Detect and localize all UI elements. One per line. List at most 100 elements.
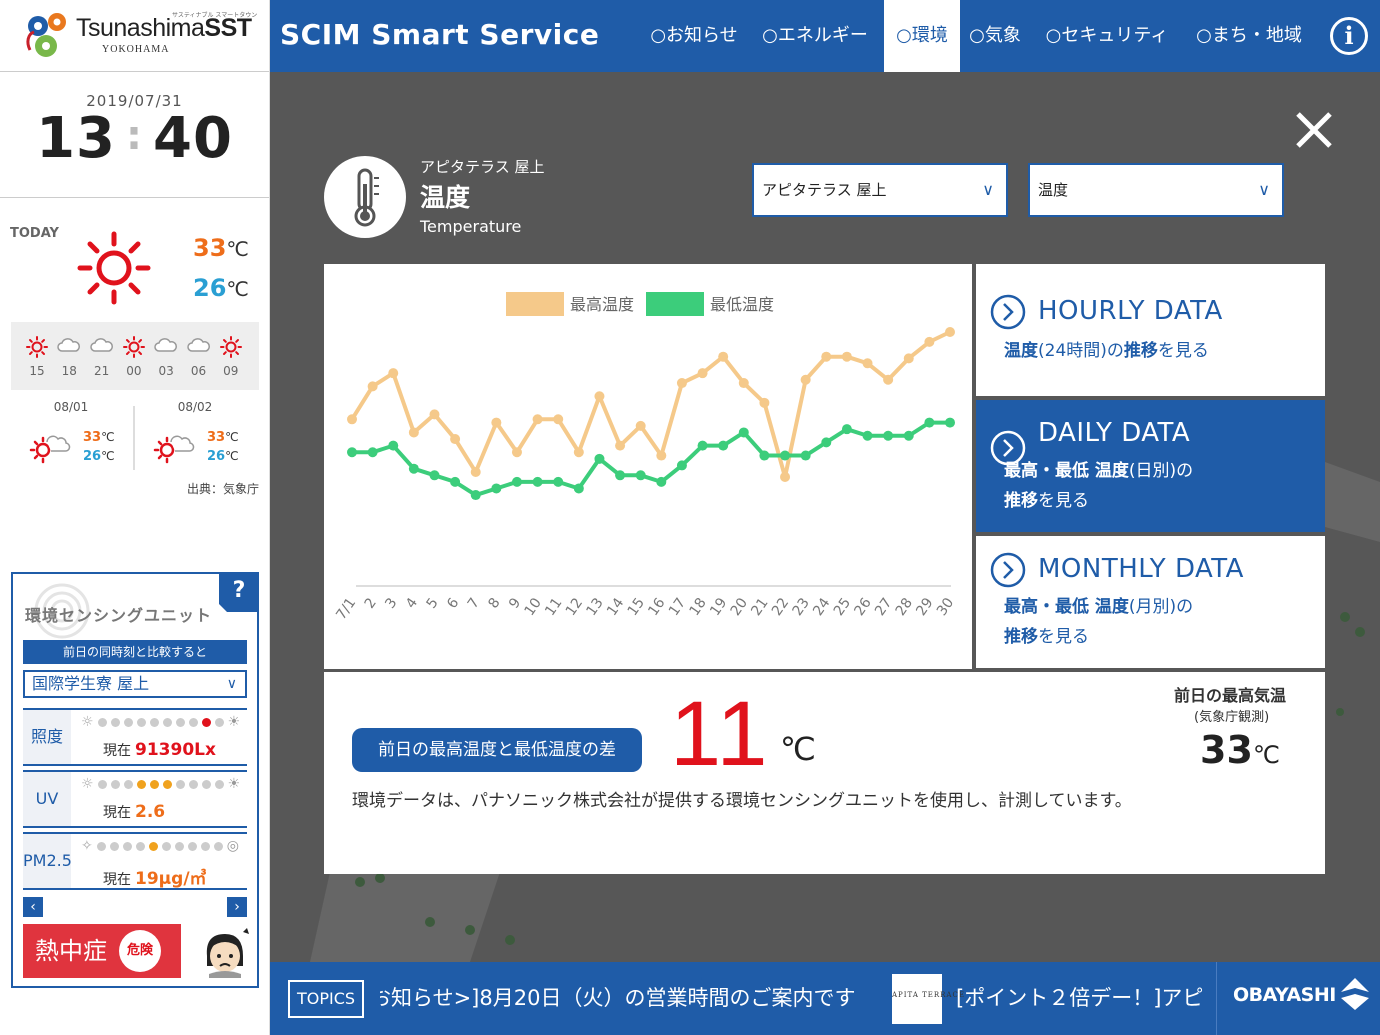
chart-svg: 最高温度 最低温度 7/1 2 3 4 5 6 7 8 91011121314151617181… — [333, 292, 957, 623]
current-date: 2019/07/31 — [86, 92, 183, 110]
tab-environment[interactable]: ○環境 — [884, 0, 960, 72]
legend-min: 最低温度 — [710, 295, 774, 314]
sun-icon — [122, 336, 145, 358]
tab-community[interactable]: ○まち・地域 — [1188, 0, 1310, 72]
daily-data-card[interactable]: DAILY DATA 最高・最低 温度(日別)の 推移を見る — [976, 400, 1325, 532]
level-dot — [175, 718, 185, 727]
topics-button[interactable]: TOPICS — [288, 980, 364, 1018]
tab-energy[interactable]: ○エネルギー — [756, 0, 874, 72]
hourly-time: 15 — [29, 364, 45, 378]
prev-button[interactable]: ‹ — [23, 897, 43, 917]
data-point — [532, 476, 543, 487]
chevron-right-circle-icon — [990, 294, 1026, 330]
news-ticker[interactable]: お知らせ>]8月20日（火）の営業時間のご案内です APITA TERRACE … — [380, 962, 1216, 1035]
cloud-icon — [57, 338, 81, 352]
x-tick-label: 16 — [645, 595, 668, 619]
sensing-title: 環境センシングユニット — [25, 606, 213, 625]
today-weather: TODAY 33℃ 26℃ — [0, 198, 269, 322]
hourly-item: 21 — [86, 322, 118, 378]
x-tick-label: 26 — [851, 595, 874, 619]
data-point — [759, 450, 770, 461]
temperature-chart: 最高温度 最低温度 7/1 2 3 4 5 6 7 8 9 10 11 12 13 14 15 16 17 18 1… — [324, 264, 972, 669]
hourly-item: 18 — [53, 322, 85, 378]
data-point — [718, 440, 729, 451]
cloud-icon — [186, 338, 210, 352]
help-button[interactable]: ? — [219, 572, 259, 612]
tab-security[interactable]: ○セキュリティ — [1038, 0, 1176, 72]
location-dropdown[interactable]: アピタテラス 屋上 ∨ — [752, 163, 1008, 217]
x-tick-label: 29 — [913, 595, 936, 619]
next-button[interactable]: › — [227, 897, 247, 917]
level-dot — [187, 842, 197, 851]
close-icon[interactable] — [1292, 108, 1336, 152]
data-point — [615, 440, 626, 451]
hourly-time: 21 — [93, 364, 110, 378]
data-point — [656, 476, 667, 487]
forecast-date: 08/02 — [177, 400, 213, 414]
data-point — [945, 417, 955, 428]
x-tick-label: 8 — [485, 595, 503, 611]
level-dot — [162, 718, 172, 727]
forecast-day: 08/02 33℃ 26℃ — [135, 400, 255, 464]
x-tick-label: 7/1 — [333, 595, 359, 623]
sensing-location-select[interactable]: 国際学生寮 屋上 ∨ — [23, 670, 247, 698]
ticker-item[interactable]: [ポイント２倍デー！]アピ — [956, 962, 1203, 1035]
data-note: 環境データは、パナソニック株式会社が提供する環境センシングユニットを使用し、計測… — [352, 791, 1132, 811]
data-point — [450, 434, 461, 445]
sun-strong-icon: ☀ — [227, 776, 241, 792]
apita-terrace-logo: APITA TERRACE — [892, 974, 964, 1024]
sun-strong-icon: ☀ — [227, 714, 241, 730]
top-nav: SCIM Smart Service ○お知らせ ○エネルギー ○環境 ○気象 … — [270, 0, 1380, 72]
thermometer-icon-circle — [324, 156, 406, 238]
heatstroke-alert[interactable]: 熱中症 危険 — [23, 924, 181, 978]
legend-swatch-max — [506, 292, 564, 316]
x-tick-label: 12 — [563, 595, 586, 619]
ticker-item[interactable]: お知らせ>]8月20日（火）の営業時間のご案内です — [380, 962, 855, 1035]
level-dot — [161, 842, 171, 851]
metric-uv: UV ☼ ☀ 現在 2.6 — [23, 770, 247, 828]
x-tick-label: 5 — [424, 595, 442, 611]
x-tick-label: 3 — [382, 595, 400, 611]
data-point — [553, 476, 564, 487]
data-point — [883, 374, 894, 385]
metric-dropdown[interactable]: 温度 ∨ — [1028, 163, 1284, 217]
data-point — [924, 336, 935, 347]
main-panel: アピタテラス 屋上 温度 Temperature アピタテラス 屋上 ∨ 温度 ∨ … — [270, 72, 1380, 962]
data-point — [841, 424, 852, 435]
level-dot — [135, 842, 145, 851]
card-title: DAILY DATA — [1038, 418, 1191, 448]
current-time: 13:40 — [36, 106, 233, 171]
level-dot — [109, 842, 119, 851]
tab-weather[interactable]: ○気象 — [962, 0, 1028, 72]
data-point — [367, 381, 378, 392]
data-point — [408, 463, 419, 474]
panel-title-en: Temperature — [420, 217, 522, 236]
data-point — [635, 420, 646, 431]
x-tick-label: 23 — [790, 595, 813, 619]
hourly-item: 09 — [215, 322, 247, 378]
data-point — [573, 447, 584, 458]
level-dot — [175, 780, 185, 789]
cloud-icon — [154, 338, 178, 352]
data-point — [903, 430, 914, 441]
metric-label: 照度 — [23, 710, 71, 764]
level-dot — [110, 780, 120, 789]
sun-cloud-icon — [153, 435, 195, 464]
hourly-time: 06 — [190, 364, 207, 378]
tab-news[interactable]: ○お知らせ — [642, 0, 746, 72]
level-dots: ☼ ☀ — [81, 776, 241, 792]
diff-label: 前日の最高温度と最低温度の差 — [352, 728, 642, 772]
monthly-data-card[interactable]: MONTHLY DATA 最高・最低 温度(月別)の 推移を見る — [976, 536, 1325, 668]
data-point — [883, 430, 894, 441]
data-point — [738, 427, 749, 438]
level-dot — [162, 780, 172, 789]
hourly-item: 03 — [150, 322, 182, 378]
metric-pm25: PM2.5 ✧ ◎ 現在 19μg/㎥ — [23, 832, 247, 890]
logo-subtitle: YOKOHAMA — [102, 44, 170, 55]
sun-cloud-icon — [29, 435, 71, 464]
info-button[interactable]: i — [1330, 17, 1368, 55]
hourly-data-card[interactable]: HOURLY DATA 温度(24時間)の推移を見る — [976, 264, 1325, 396]
x-tick-label: 14 — [604, 595, 627, 619]
x-tick-label: 20 — [728, 595, 751, 619]
sun-icon — [219, 336, 242, 358]
